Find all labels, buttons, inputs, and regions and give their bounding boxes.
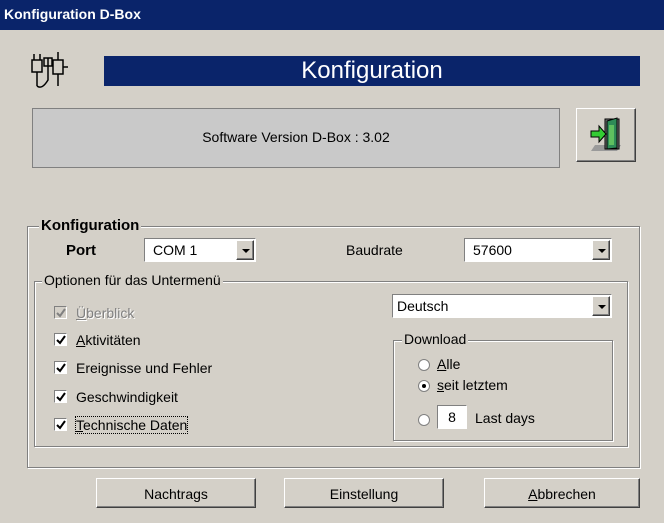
technische-daten-checkbox[interactable]	[54, 418, 67, 431]
alle-label: Alle	[437, 356, 461, 372]
baudrate-select[interactable]: 57600	[464, 238, 612, 262]
language-value: Deutsch	[397, 298, 449, 314]
exit-button[interactable]	[576, 108, 636, 162]
geschwindigkeit-label: Geschwindigkeit	[76, 389, 178, 405]
version-panel: Software Version D-Box : 3.02	[32, 108, 560, 168]
window-title: Konfiguration D-Box	[4, 6, 141, 22]
chevron-down-icon[interactable]	[592, 296, 610, 316]
geschwindigkeit-checkbox[interactable]	[54, 390, 67, 403]
aktivitaeten-checkbox[interactable]	[54, 333, 67, 346]
radio-last-days[interactable]	[418, 414, 430, 426]
radio-alle[interactable]	[418, 359, 430, 371]
exit-door-icon	[590, 117, 621, 151]
seit-letztem-label: seit letztem	[437, 377, 508, 393]
port-label: Port	[66, 242, 96, 259]
device-icon	[30, 50, 70, 90]
title-bar[interactable]: Konfiguration D-Box	[0, 0, 664, 30]
ueberblick-label: Überblick	[76, 305, 135, 321]
aktivitaeten-label: Aktivitäten	[76, 332, 141, 348]
baudrate-value: 57600	[473, 242, 512, 258]
language-select[interactable]: Deutsch	[392, 294, 612, 318]
last-days-label: Last days	[475, 410, 535, 426]
ueberblick-checkbox[interactable]	[54, 306, 67, 319]
version-text: Software Version D-Box : 3.02	[202, 129, 390, 145]
port-value: COM 1	[153, 242, 198, 258]
einstellung-button[interactable]: Einstellung	[284, 478, 444, 508]
ereignisse-label: Ereignisse und Fehler	[76, 360, 213, 376]
radio-seit-letztem[interactable]	[418, 380, 430, 392]
chevron-down-icon[interactable]	[236, 240, 254, 260]
nachtrags-button[interactable]: Nachtrags	[96, 478, 256, 508]
header-banner: Konfiguration	[104, 56, 640, 86]
technische-daten-label: Technische Daten	[74, 416, 189, 434]
download-group-title: Download	[402, 331, 469, 347]
dialog-window: Konfiguration D-Box Konfiguration Softwa…	[0, 0, 664, 523]
port-select[interactable]: COM 1	[144, 238, 256, 262]
baudrate-label: Baudrate	[346, 242, 403, 258]
optionen-group-title: Optionen für das Untermenü	[42, 272, 223, 288]
days-input[interactable]: 8	[437, 405, 467, 429]
abbrechen-button[interactable]: Abbrechen	[484, 478, 640, 508]
ereignisse-checkbox[interactable]	[54, 361, 67, 374]
chevron-down-icon[interactable]	[592, 240, 610, 260]
konfiguration-group-title: Konfiguration	[39, 217, 142, 234]
